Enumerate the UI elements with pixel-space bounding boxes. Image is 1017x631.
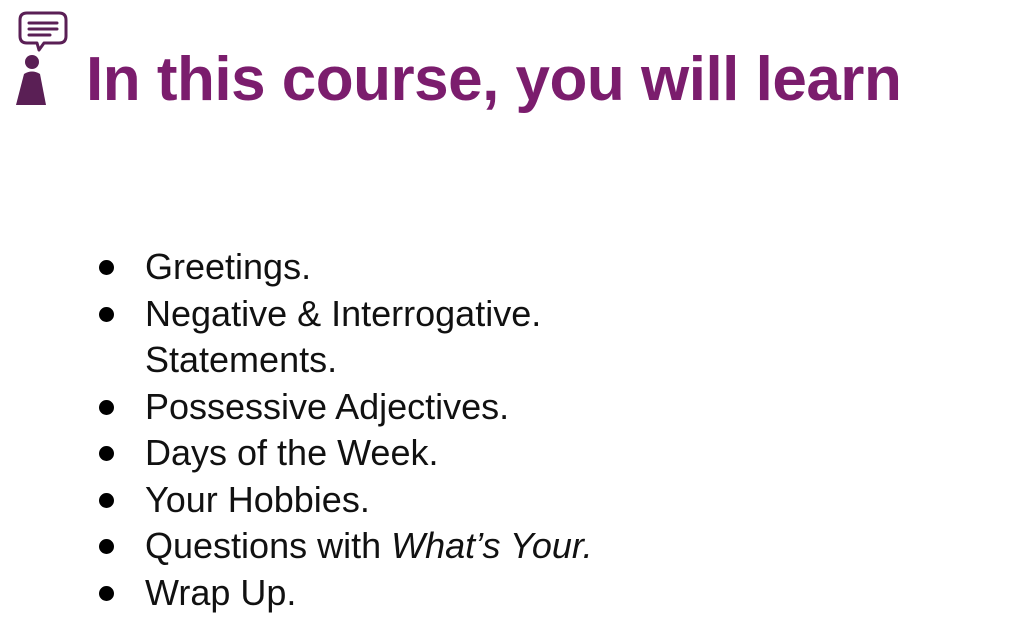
list-item-label: Days of the Week. [145, 432, 439, 473]
list-item-label: Questions with What’s Your. [145, 523, 593, 570]
list-item-label: Greetings. [145, 246, 312, 287]
list-item-continuation: Statements. [145, 339, 338, 380]
list-item: Wrap Up. [96, 570, 593, 617]
slide: In this course, you will learn Greetings… [0, 0, 1017, 631]
list-item: Greetings. [96, 244, 593, 291]
list-item-label: Possessive Adjectives. [145, 385, 510, 427]
bullet-icon [99, 492, 114, 508]
list-item-text: Questions with [145, 525, 392, 566]
bullet-icon [99, 306, 114, 322]
page-title: In this course, you will learn [86, 45, 902, 114]
bullet-icon [99, 399, 114, 415]
topic-list: Greetings. Negative & Interrogative. Sta… [96, 244, 593, 616]
list-item: Days of the Week. [96, 430, 593, 477]
list-item-label: Your Hobbies. [145, 478, 370, 520]
person-speech-bubble-icon [16, 11, 68, 105]
list-item-label: Wrap Up. [145, 571, 297, 613]
list-item: Your Hobbies. [96, 477, 593, 524]
list-item: Possessive Adjectives. [96, 384, 593, 431]
bullet-icon [99, 539, 114, 554]
list-item: Questions with What’s Your. [96, 523, 593, 570]
list-item-label: Negative & Interrogative. [145, 292, 542, 334]
bullet-icon [99, 260, 114, 275]
bullet-icon [99, 585, 114, 601]
emphasis-text: What’s Your. [391, 525, 593, 566]
list-item: Negative & Interrogative. Statements. [96, 291, 593, 384]
bullet-icon [99, 446, 114, 461]
